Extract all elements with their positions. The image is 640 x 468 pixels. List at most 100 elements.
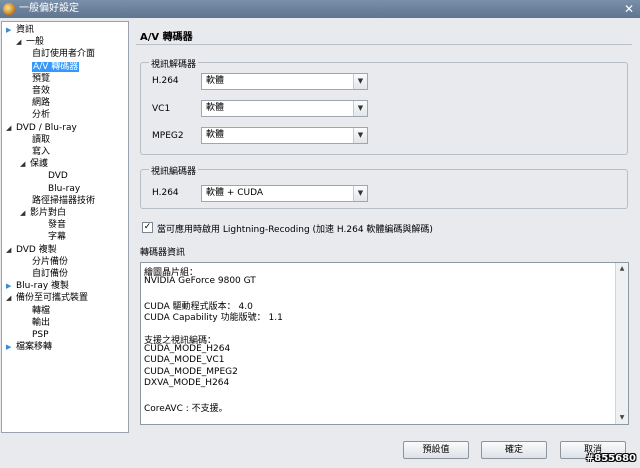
tree-item-label: 保護	[30, 159, 49, 170]
expand-right-icon[interactable]: ▶	[6, 342, 16, 353]
tree-item[interactable]: ▶ Blu-ray 複製	[6, 281, 69, 292]
tree-item-label: 讀取	[32, 134, 51, 145]
tree-item-label: DVD 複製	[16, 244, 57, 255]
tree-item[interactable]: ◢ 保護	[20, 159, 48, 170]
tree-item-label: 影片對白	[30, 208, 67, 218]
lightning-recoding-label: 當可應用時啟用 Lightning-Recoding (加速 H.264 軟體編…	[157, 225, 433, 235]
chevron-down-icon[interactable]: ▼	[353, 101, 367, 116]
tree-item-label: 字幕	[48, 232, 67, 243]
decoder-vc1-select[interactable]: 軟體 ▼	[201, 100, 368, 117]
tree-item-label: DVD / Blu-ray	[16, 122, 77, 133]
tree-item-label: DVD	[48, 171, 68, 182]
decoder-mpeg2-value: 軟體	[206, 130, 225, 140]
tree-item-label: 自訂備份	[32, 269, 69, 279]
expand-right-icon[interactable]: ▶	[6, 281, 16, 292]
tree-item[interactable]: 讀取	[32, 135, 50, 146]
scroll-up-icon[interactable]: ▲	[616, 263, 628, 275]
tree-item[interactable]: A/V 轉碼器	[32, 61, 80, 73]
tree-item-label: 音效	[32, 86, 51, 96]
tree-item-label: PSP	[32, 330, 49, 340]
expand-down-icon[interactable]: ◢	[6, 293, 16, 304]
tree-item[interactable]: ▶ 資訊	[6, 25, 34, 36]
decoder-h264-select[interactable]: 軟體 ▼	[201, 73, 368, 90]
tree-item[interactable]: Blu-ray	[48, 184, 80, 195]
tree-item[interactable]: 分片備份	[32, 257, 68, 268]
decoder-mpeg2-label: MPEG2	[152, 131, 184, 141]
info-line: CUDA Capability 功能版號： 1.1	[144, 313, 283, 324]
info-line: DXVA_MODE_H264	[144, 378, 230, 388]
encoder-h264-select[interactable]: 軟體 + CUDA ▼	[201, 185, 368, 202]
tree-item-label: 預覽	[32, 73, 51, 84]
decoder-mpeg2-select[interactable]: 軟體 ▼	[201, 127, 368, 144]
title-bar: 一般偏好設定 ✕	[0, 0, 640, 18]
transcoder-info-textbox[interactable]: ▲ ▼ 繪圖晶片組： NVIDIA GeForce 9800 GT CUDA 驅動程…	[140, 262, 629, 425]
info-line: NVIDIA GeForce 9800 GT	[144, 276, 256, 287]
encoder-h264-value: 軟體 + CUDA	[206, 188, 264, 198]
tree-item[interactable]: 路徑掃描器技術	[32, 196, 95, 207]
title-divider	[136, 44, 632, 45]
lightning-recoding-checkbox[interactable]: ✓	[142, 222, 153, 233]
scroll-down-icon[interactable]: ▼	[616, 412, 628, 424]
page-title: A/V 轉碼器	[140, 32, 193, 43]
expand-down-icon[interactable]: ◢	[20, 208, 30, 219]
close-icon[interactable]: ✕	[622, 2, 636, 16]
tree-item-label: 資訊	[16, 25, 35, 35]
decoder-h264-value: 軟體	[206, 76, 225, 86]
video-encoder-group-label: 視訊編碼器	[149, 164, 199, 177]
app-icon	[3, 3, 15, 15]
tree-item[interactable]: ◢ 一般	[16, 37, 44, 48]
tree-item[interactable]: 字幕	[48, 232, 66, 243]
video-decoder-group-label: 視訊解碼器	[149, 57, 199, 70]
tree-item-label: Blu-ray 複製	[16, 281, 70, 292]
tree-item-label: 分片備份	[32, 256, 69, 267]
tree-item[interactable]: ◢ DVD 複製	[6, 245, 57, 256]
tree-item[interactable]: 自訂備份	[32, 269, 68, 280]
transcoder-info-title: 轉碼器資訊	[140, 248, 186, 258]
tree-item[interactable]: 轉檔	[32, 306, 50, 317]
tree-item[interactable]: 自訂使用者介面	[32, 49, 95, 60]
tree-item-label: 自訂使用者介面	[32, 49, 96, 60]
info-line: CUDA_MODE_VC1	[144, 355, 225, 366]
tree-item-label: 輸出	[32, 317, 51, 328]
tree-item-label: 寫入	[32, 147, 51, 157]
tree-item[interactable]: ◢ 影片對白	[20, 208, 66, 219]
tree-item[interactable]: 音效	[32, 86, 50, 97]
tree-item[interactable]: 輸出	[32, 318, 50, 329]
chevron-down-icon[interactable]: ▼	[353, 128, 367, 143]
expand-down-icon[interactable]: ◢	[20, 159, 30, 170]
tree-item[interactable]: ◢ DVD / Blu-ray	[6, 123, 77, 134]
expand-down-icon[interactable]: ◢	[6, 245, 16, 256]
tree-item[interactable]: 預覽	[32, 74, 50, 85]
info-line: CUDA_MODE_MPEG2	[144, 366, 238, 377]
window-title: 一般偏好設定	[19, 3, 79, 14]
decoder-vc1-label: VC1	[152, 104, 171, 114]
expand-down-icon[interactable]: ◢	[16, 37, 26, 48]
tree-item[interactable]: 網路	[32, 98, 50, 109]
chevron-down-icon[interactable]: ▼	[353, 186, 367, 201]
tree-item-label: 轉檔	[32, 305, 51, 316]
tree-item[interactable]: ▶ 檔案移轉	[6, 342, 52, 353]
tree-item[interactable]: 寫入	[32, 147, 50, 158]
chevron-down-icon[interactable]: ▼	[353, 74, 367, 89]
expand-down-icon[interactable]: ◢	[6, 123, 16, 134]
tree-item-label: 路徑掃描器技術	[32, 195, 96, 206]
tree-item-label: Blu-ray	[48, 183, 81, 194]
tree-item-label: 一般	[26, 37, 45, 48]
encoder-h264-label: H.264	[152, 188, 179, 198]
tree-item-label: 分析	[32, 110, 51, 121]
settings-tree: ▶ 資訊 ◢ 一般 自訂使用者介面 A/V 轉碼器 預覽 音效 網路 分析 ◢ DVD / Blu-r…	[1, 21, 129, 433]
default-button[interactable]: 預設值	[403, 441, 469, 459]
tree-item[interactable]: DVD	[48, 171, 68, 182]
watermark: #855680	[585, 453, 636, 464]
tree-item-label: 檔案移轉	[16, 342, 53, 353]
tree-item[interactable]: 分析	[32, 110, 50, 121]
tree-item-label: 備份至可攜式裝置	[16, 293, 89, 304]
tree-item-label: 網路	[32, 98, 51, 109]
vertical-scrollbar[interactable]: ▲ ▼	[615, 263, 628, 424]
info-line: CoreAVC : 不支援。	[144, 403, 228, 414]
tree-item[interactable]: PSP	[32, 330, 49, 341]
ok-button[interactable]: 確定	[481, 441, 547, 459]
expand-right-icon[interactable]: ▶	[6, 25, 16, 36]
tree-item[interactable]: 發音	[48, 220, 66, 231]
tree-item[interactable]: ◢ 備份至可攜式裝置	[6, 293, 88, 304]
